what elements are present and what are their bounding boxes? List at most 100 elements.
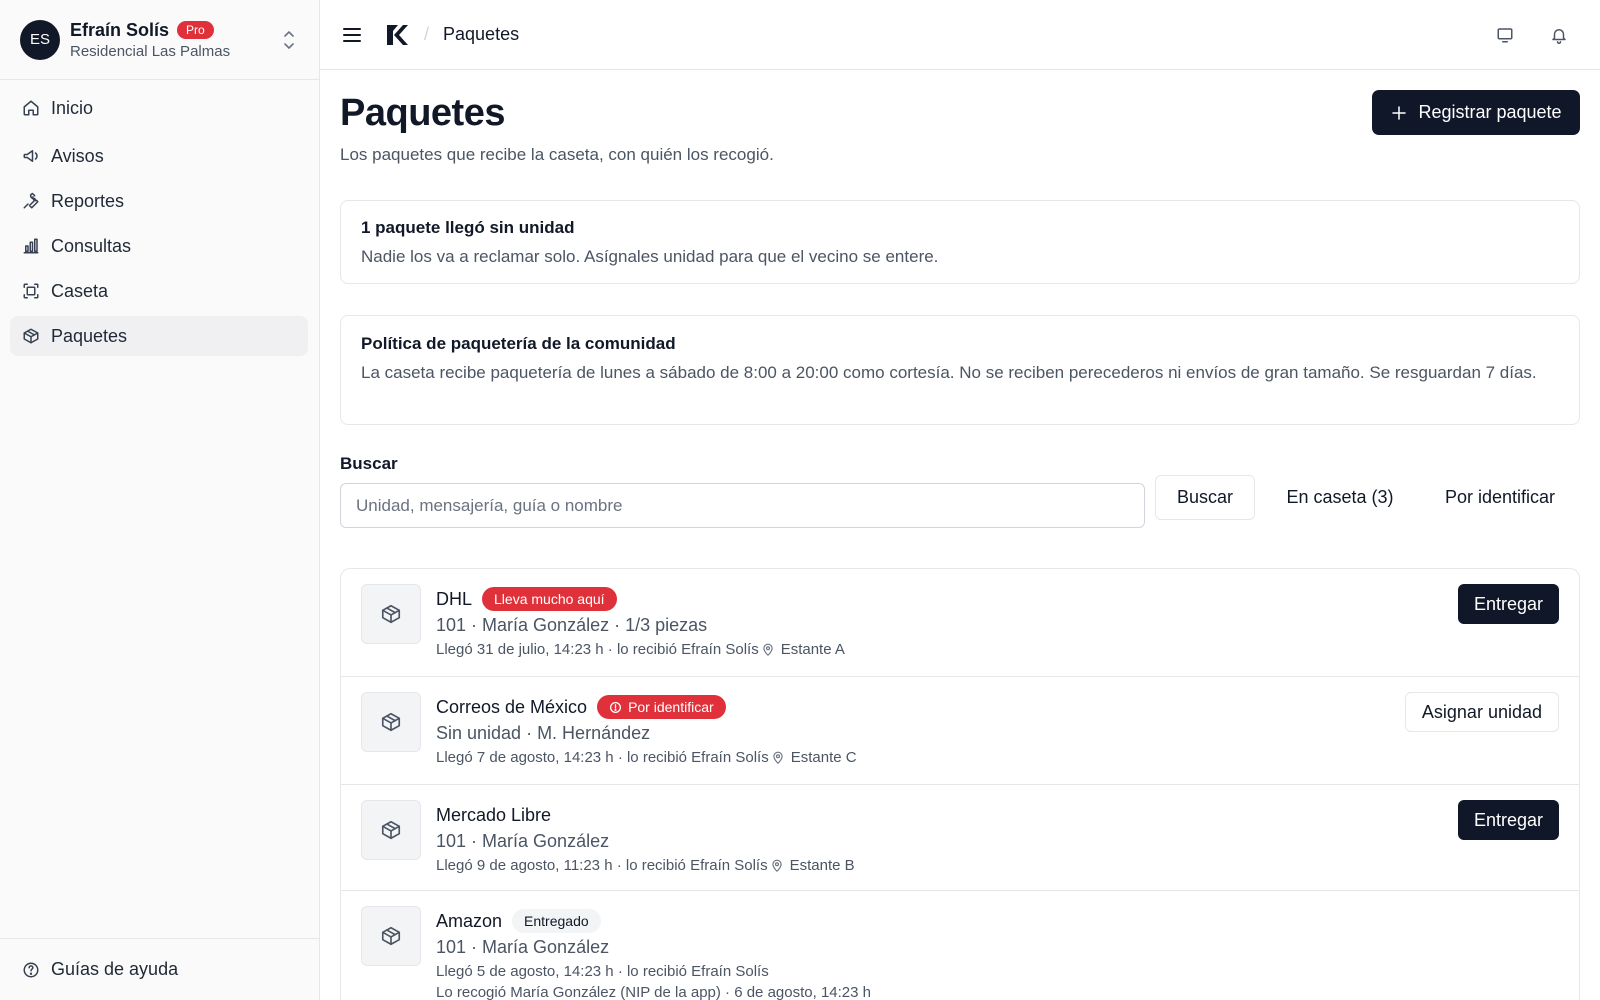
package-info: Correos de México Por identificar Sin un… xyxy=(436,693,857,766)
sidebar-nav: Inicio Avisos Reportes Consultas Caseta … xyxy=(10,88,308,361)
package-recipient: 101 · María González xyxy=(436,831,610,851)
sidebar-item-consultas[interactable]: Consultas xyxy=(10,226,308,266)
package-thumb xyxy=(361,584,421,644)
topbar: / Paquetes xyxy=(320,0,1600,70)
account-name: Efraín Solís xyxy=(70,19,170,40)
alert-title: 1 paquete llegó sin unidad xyxy=(361,218,575,237)
package-arrival: Llegó 9 de agosto, 11:23 h · lo recibió … xyxy=(436,857,768,874)
package-carrier: Correos de México xyxy=(436,696,588,717)
package-list: DHL Lleva mucho aquí 101 · María Gonzále… xyxy=(340,568,1580,1000)
deliver-button[interactable]: Entregar xyxy=(1457,584,1559,624)
sidebar: ES Efraín Solís Pro Residencial Las Palm… xyxy=(0,0,320,1000)
alert-body: Nadie los va a reclamar solo. Asígnales … xyxy=(361,247,939,266)
package-policy: Política de paquetería de la comunidad L… xyxy=(340,315,1580,425)
wrench-icon xyxy=(22,192,40,210)
filter-in-booth[interactable]: En caseta (3) xyxy=(1265,475,1415,520)
sidebar-item-label: Consultas xyxy=(51,235,132,256)
package-recipient: 101 · María González xyxy=(436,937,610,957)
sidebar-item-label: Caseta xyxy=(51,280,109,301)
sidebar-item-reportes[interactable]: Reportes xyxy=(10,181,308,221)
package-recipient: 101 · María González · 1/3 piezas xyxy=(436,615,708,635)
sidebar-item-label: Paquetes xyxy=(51,325,128,346)
package-info: DHL Lleva mucho aquí 101 · María Gonzále… xyxy=(436,585,845,658)
page-subtitle: Los paquetes que recibe la caseta, con q… xyxy=(340,145,774,164)
map-pin-icon xyxy=(770,859,784,873)
plan-badge: Pro xyxy=(177,21,214,39)
filter-unidentified[interactable]: Por identificar xyxy=(1420,475,1580,520)
package-carrier: Mercado Libre xyxy=(436,804,552,825)
sidebar-item-avisos[interactable]: Avisos xyxy=(10,136,308,176)
home-icon xyxy=(22,99,40,117)
status-badge: Lleva mucho aquí xyxy=(482,587,617,611)
package-meta: Llegó 31 de julio, 14:23 h · lo recibió … xyxy=(436,641,845,658)
package-location: Estante B xyxy=(789,857,855,874)
plus-icon xyxy=(1390,104,1408,122)
list-item: Mercado Libre 101 · María González Llegó… xyxy=(341,785,1579,891)
package-meta: Llegó 5 de agosto, 14:23 h · lo recibió … xyxy=(436,963,871,980)
register-package-button[interactable]: Registrar paquete xyxy=(1372,90,1580,135)
bar-chart-icon xyxy=(22,237,40,255)
policy-body: La caseta recibe paquetería de lunes a s… xyxy=(361,363,1537,382)
chevron-up-down-icon[interactable] xyxy=(279,26,299,54)
breadcrumb: Paquetes xyxy=(443,24,520,44)
package-arrival: Llegó 31 de julio, 14:23 h · lo recibió … xyxy=(436,641,759,658)
assign-unit-button[interactable]: Asignar unidad xyxy=(1404,692,1559,732)
package-pickup: Lo recogió María González (NIP de la app… xyxy=(436,984,871,1000)
package-arrival: Llegó 7 de agosto, 14:23 h · lo recibió … xyxy=(436,749,769,766)
account-info: Efraín Solís Pro Residencial Las Palmas xyxy=(70,20,279,60)
status-badge: Por identificar xyxy=(597,695,726,719)
package-location: Estante C xyxy=(790,749,857,766)
package-icon xyxy=(22,327,40,345)
monitor-icon[interactable] xyxy=(1496,26,1514,44)
unassigned-alert: 1 paquete llegó sin unidad Nadie los va … xyxy=(340,200,1580,284)
app-logo-icon[interactable] xyxy=(384,22,410,48)
list-item: Amazon Entregado 101 · María González Ll… xyxy=(341,891,1579,1000)
list-item: Correos de México Por identificar Sin un… xyxy=(341,677,1579,785)
sidebar-item-inicio[interactable]: Inicio xyxy=(10,88,308,128)
megaphone-icon xyxy=(22,147,40,165)
bell-icon[interactable] xyxy=(1550,26,1568,44)
search-button[interactable]: Buscar xyxy=(1155,475,1255,520)
sidebar-item-label: Avisos xyxy=(51,145,104,166)
package-meta: Llegó 9 de agosto, 11:23 h · lo recibió … xyxy=(436,857,855,874)
help-circle-icon xyxy=(22,961,40,979)
scan-icon xyxy=(22,282,40,300)
package-icon xyxy=(380,819,402,841)
package-icon xyxy=(380,711,402,733)
package-thumb xyxy=(361,906,421,966)
badge-label: Lleva mucho aquí xyxy=(494,591,605,607)
avatar: ES xyxy=(20,19,60,60)
package-thumb xyxy=(361,692,421,752)
package-arrival: Llegó 5 de agosto, 14:23 h · lo recibió … xyxy=(436,963,769,980)
policy-title: Política de paquetería de la comunidad xyxy=(361,334,676,353)
package-carrier: DHL xyxy=(436,588,473,609)
sidebar-item-label: Inicio xyxy=(51,97,94,118)
package-icon xyxy=(380,603,402,625)
account-switcher[interactable]: ES Efraín Solís Pro Residencial Las Palm… xyxy=(0,0,319,80)
badge-label: Por identificar xyxy=(628,699,714,715)
top-actions xyxy=(1496,26,1568,44)
help-guides-link[interactable]: Guías de ayuda xyxy=(0,938,319,1000)
search-input[interactable] xyxy=(340,483,1145,528)
alert-circle-icon xyxy=(609,701,622,714)
package-meta: Llegó 7 de agosto, 14:23 h · lo recibió … xyxy=(436,749,857,766)
search-label: Buscar xyxy=(340,454,398,473)
deliver-button[interactable]: Entregar xyxy=(1457,800,1559,840)
page-title: Paquetes xyxy=(340,92,505,134)
breadcrumb-separator: / xyxy=(424,24,430,44)
package-info: Mercado Libre 101 · María González Llegó… xyxy=(436,801,855,875)
map-pin-icon xyxy=(771,751,785,765)
menu-icon[interactable] xyxy=(340,23,364,47)
register-package-label: Registrar paquete xyxy=(1418,102,1562,122)
list-item: DHL Lleva mucho aquí 101 · María Gonzále… xyxy=(341,569,1579,677)
package-location: Estante A xyxy=(780,641,845,658)
help-guides-label: Guías de ayuda xyxy=(51,959,179,979)
package-icon xyxy=(380,925,402,947)
sidebar-item-label: Reportes xyxy=(51,190,125,211)
community-name: Residencial Las Palmas xyxy=(70,42,231,60)
sidebar-item-paquetes[interactable]: Paquetes xyxy=(10,316,308,356)
package-info: Amazon Entregado 101 · María González Ll… xyxy=(436,907,871,1000)
package-carrier: Amazon xyxy=(436,910,503,931)
sidebar-item-caseta[interactable]: Caseta xyxy=(10,271,308,311)
status-badge: Entregado xyxy=(512,909,601,933)
